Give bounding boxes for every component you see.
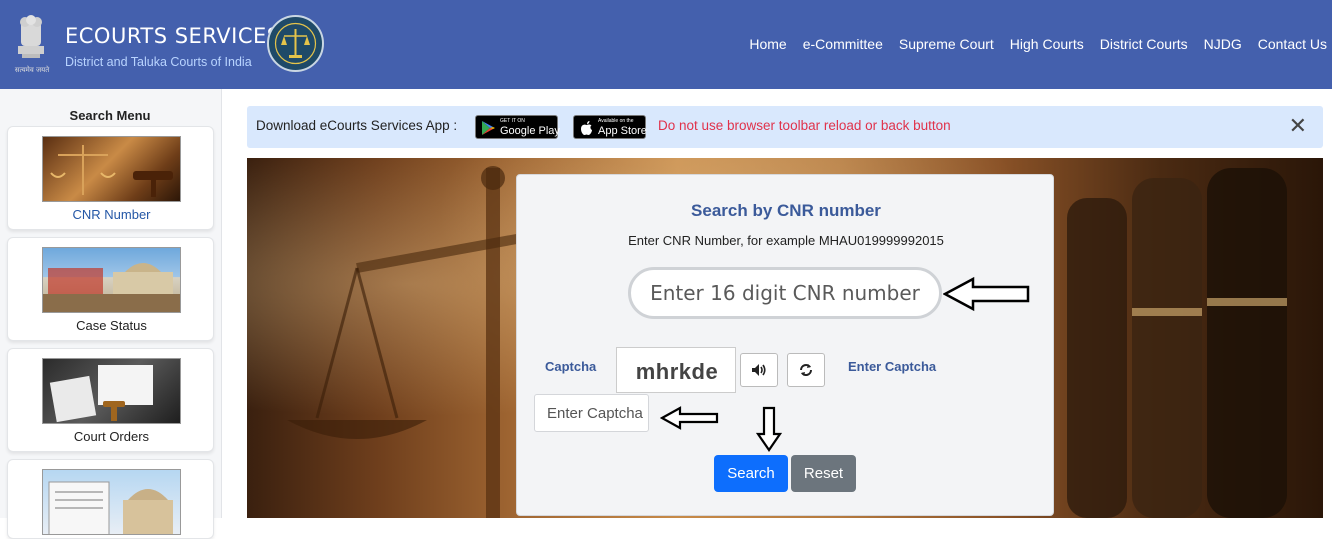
sidebar: Search Menu CNR Number Case Status Court…: [0, 89, 222, 539]
sidebar-item-label: CNR Number: [72, 207, 151, 222]
captcha-image: mhrkde: [616, 347, 736, 393]
nav-supreme-court[interactable]: Supreme Court: [899, 36, 994, 52]
nav-district-courts[interactable]: District Courts: [1100, 36, 1188, 52]
nav-njdg[interactable]: NJDG: [1204, 36, 1242, 52]
nav-home[interactable]: Home: [749, 36, 786, 52]
cnr-search-panel: Search by CNR number Enter CNR Number, f…: [516, 174, 1054, 516]
left-arrow-annotation-icon: [943, 276, 1030, 312]
app-store-small-text: Available on the: [598, 118, 634, 124]
app-download-banner: Download eCourts Services App : GET IT O…: [247, 106, 1323, 148]
audio-captcha-button[interactable]: [740, 353, 778, 387]
supreme-court-image: [42, 247, 181, 313]
down-arrow-annotation-icon: [756, 406, 782, 452]
site-subtitle: District and Taluka Courts of India: [65, 55, 252, 69]
sidebar-item-label: Court Orders: [73, 429, 150, 444]
google-play-badge[interactable]: GET IT ON Google Play: [475, 115, 560, 139]
sidebar-item-documents[interactable]: [7, 459, 214, 539]
search-button[interactable]: Search: [714, 455, 788, 492]
left-arrow-annotation-icon: [660, 406, 719, 430]
sidebar-item-cnr-number[interactable]: CNR Number: [7, 126, 214, 230]
court-documents-image: [42, 469, 181, 535]
nav-e-committee[interactable]: e-Committee: [803, 36, 883, 52]
refresh-icon: [800, 364, 812, 376]
ecourts-logo: [267, 15, 324, 72]
close-icon[interactable]: ✕: [1289, 116, 1307, 138]
gavel-document-image: [42, 358, 181, 424]
google-play-big-text: Google Play: [500, 125, 560, 137]
google-play-small-text: GET IT ON: [500, 118, 525, 124]
captcha-label: Captcha: [545, 359, 597, 374]
header: सत्यमेव जयते ECOURTS SERVICES District a…: [0, 0, 1332, 89]
app-store-badge[interactable]: Available on the App Store: [573, 115, 647, 139]
refresh-captcha-button[interactable]: [787, 353, 825, 387]
captcha-text: mhrkde: [635, 359, 719, 384]
scales-logo-icon: [274, 22, 317, 65]
cnr-example-hint: Enter CNR Number, for example MHAU019999…: [628, 233, 944, 248]
app-store-big-text: App Store: [598, 125, 647, 137]
panel-title: Search by CNR number: [691, 201, 881, 220]
nav-contact-us[interactable]: Contact Us: [1258, 36, 1327, 52]
sidebar-item-label: Case Status: [76, 318, 147, 333]
nav-high-courts[interactable]: High Courts: [1010, 36, 1084, 52]
reset-button[interactable]: Reset: [791, 455, 856, 492]
site-title: ECOURTS SERVICES: [65, 24, 281, 48]
enter-captcha-label: Enter Captcha: [848, 359, 937, 374]
emblem-caption: सत्यमेव जयते: [14, 66, 50, 74]
speaker-icon: [752, 364, 766, 376]
scales-gavel-image: [42, 136, 181, 202]
captcha-input[interactable]: [534, 394, 649, 432]
reload-warning-text: Do not use browser toolbar reload or bac…: [658, 118, 951, 133]
google-play-icon: [482, 121, 495, 135]
sidebar-item-court-orders[interactable]: Court Orders: [7, 348, 214, 452]
sidebar-item-case-status[interactable]: Case Status: [7, 237, 214, 341]
cnr-number-input[interactable]: [628, 267, 942, 319]
sidebar-title: Search Menu: [69, 108, 151, 123]
download-app-text: Download eCourts Services App :: [256, 118, 458, 133]
main-nav: Home e-Committee Supreme Court High Cour…: [749, 36, 1327, 52]
apple-icon: [581, 121, 592, 135]
